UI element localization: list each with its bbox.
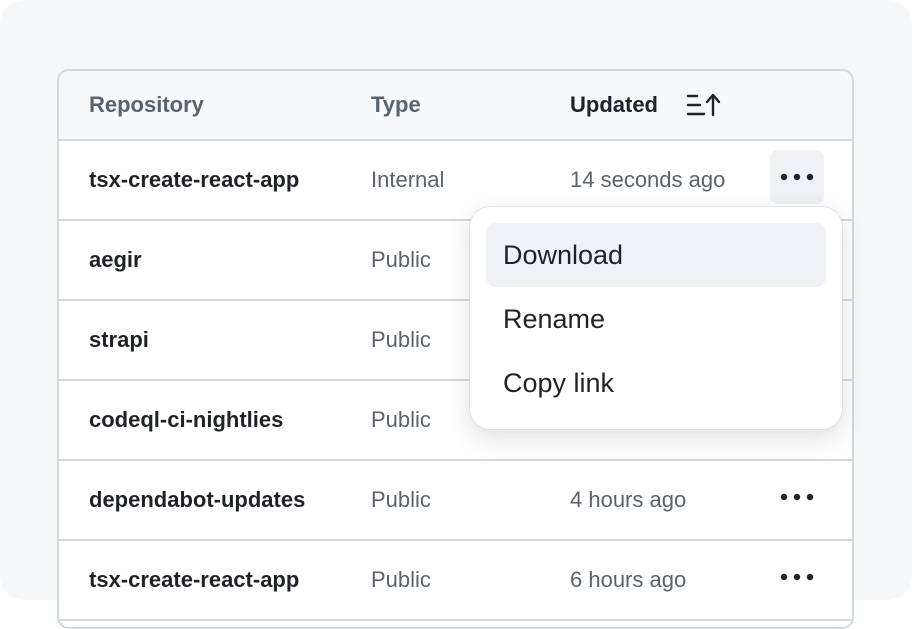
repo-name[interactable]: aegir xyxy=(89,221,142,299)
repo-type: Public xyxy=(371,487,431,512)
column-header-repository[interactable]: Repository xyxy=(89,71,204,139)
menu-item-download[interactable]: Download xyxy=(486,223,826,287)
repo-name[interactable]: tsx-create-react-app xyxy=(89,141,299,219)
row-actions-menu: Download Rename Copy link xyxy=(470,207,842,429)
table-header: Repository Type Updated xyxy=(59,71,852,141)
repo-type: Internal xyxy=(371,167,445,192)
row-actions-button[interactable] xyxy=(770,150,824,204)
repo-updated: 4 hours ago xyxy=(570,487,687,512)
kebab-horizontal-icon xyxy=(780,573,814,581)
table-row[interactable]: tsx-create-react-app Public 6 hours ago xyxy=(59,541,852,621)
menu-item-rename[interactable]: Rename xyxy=(486,287,826,351)
row-actions-button[interactable] xyxy=(770,550,824,604)
repo-name[interactable]: tsx-create-react-app xyxy=(89,541,299,619)
table-row[interactable]: dependabot-updates Public 4 hours ago xyxy=(59,461,852,541)
column-header-updated[interactable]: Updated xyxy=(570,71,658,139)
repo-type: Public xyxy=(371,247,431,272)
repo-type: Public xyxy=(371,567,431,592)
repo-name[interactable]: codeql-ci-nightlies xyxy=(89,381,283,459)
kebab-horizontal-icon xyxy=(780,173,814,181)
row-actions-button[interactable] xyxy=(770,470,824,524)
repo-updated: 6 hours ago xyxy=(570,567,687,592)
repo-type: Public xyxy=(371,327,431,352)
kebab-horizontal-icon xyxy=(780,493,814,501)
menu-item-copy-link[interactable]: Copy link xyxy=(486,351,826,415)
repo-name[interactable]: strapi xyxy=(89,301,149,379)
repo-name[interactable]: dependabot-updates xyxy=(89,461,305,539)
column-header-type[interactable]: Type xyxy=(371,71,421,139)
sort-ascending-icon[interactable] xyxy=(686,92,722,118)
repo-type: Public xyxy=(371,407,431,432)
